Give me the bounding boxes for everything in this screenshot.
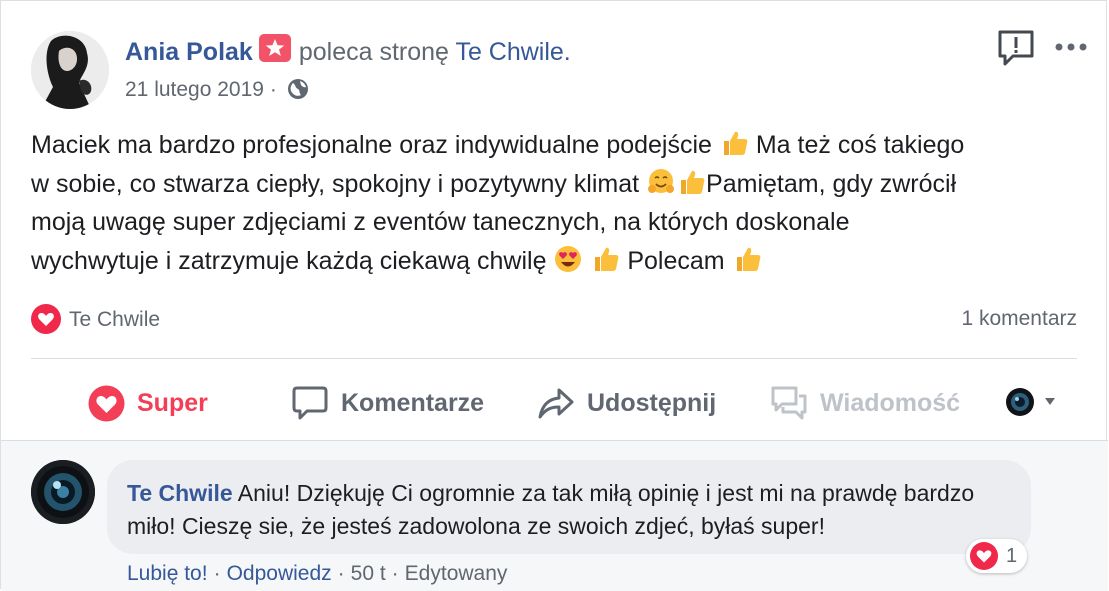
post-body: Maciek ma bardzo profesjonalne oraz indy… <box>31 126 1091 280</box>
commenter-avatar[interactable] <box>31 460 95 524</box>
reply-link[interactable]: Odpowiedz <box>227 562 332 585</box>
recommendation-star-icon <box>258 34 291 62</box>
love-reaction-icon <box>88 385 125 421</box>
post-text-line: w sobie, co stwarza ciepły, spokojny i p… <box>31 169 640 198</box>
comment-author[interactable]: Te Chwile <box>127 480 233 506</box>
globe-icon[interactable] <box>287 78 309 106</box>
more-options-icon[interactable] <box>1053 37 1089 57</box>
page-link[interactable]: Te Chwile. <box>455 38 570 66</box>
share-button[interactable]: Udostępnij <box>537 381 716 425</box>
super-button[interactable]: Super <box>88 381 208 425</box>
message-button[interactable]: Wiadomość <box>770 381 960 425</box>
comment-icon <box>292 386 328 420</box>
share-label: Udostępnij <box>587 388 717 417</box>
post-date[interactable]: 21 lutego 2019 <box>125 78 264 101</box>
reactions-summary[interactable]: Te Chwile <box>31 304 160 334</box>
divider <box>31 358 1077 359</box>
report-icon[interactable] <box>997 29 1035 67</box>
comment-age[interactable]: 50 t <box>351 562 386 585</box>
comment-text: Aniu! Dziękuję Ci ogromnie za tak miłą o… <box>127 480 975 539</box>
audience-selector[interactable] <box>1005 387 1067 417</box>
post-card: Ania Polak poleca stronę Te Chwile. 21 lu… <box>0 0 1108 591</box>
post-meta: 21 lutego 2019 · <box>125 78 309 106</box>
post-header: Ania Polak poleca stronę Te Chwile. <box>125 34 571 67</box>
comment-count[interactable]: 1 komentarz <box>961 307 1077 331</box>
share-icon <box>538 388 574 419</box>
comments-section: Te Chwile Aniu! Dziękuję Ci ogromnie za … <box>1 440 1108 591</box>
comment-actions: Lubię to! · Odpowiedz · 50 t · Edytowany <box>127 562 507 586</box>
post-text-line: Pamiętam, gdy zwrócił <box>706 169 957 198</box>
meta-separator: · <box>269 78 277 101</box>
comment-reactions[interactable]: 1 <box>966 539 1028 573</box>
edited-label[interactable]: Edytowany <box>405 562 508 585</box>
message-label: Wiadomość <box>820 388 961 417</box>
message-icon <box>771 386 807 420</box>
like-link[interactable]: Lubię to! <box>127 562 208 585</box>
author-name[interactable]: Ania Polak <box>125 38 253 66</box>
love-reaction-icon <box>31 304 61 334</box>
comment-reaction-count: 1 <box>1006 544 1018 567</box>
post-text-line: Ma też coś takiego <box>755 131 965 159</box>
thumbs-up-emoji-icon <box>590 244 620 274</box>
post-text-line: Maciek ma bardzo profesjonalne oraz indy… <box>31 131 712 159</box>
reaction-by-name[interactable]: Te Chwile <box>69 308 160 331</box>
separator: · <box>391 562 399 585</box>
recommends-text: poleca stronę <box>298 38 449 66</box>
thumbs-up-emoji-icon <box>676 167 706 197</box>
hugging-face-emoji-icon <box>646 167 676 197</box>
thumbs-up-emoji-icon <box>719 128 749 158</box>
author-avatar[interactable] <box>31 31 109 109</box>
post-text-line: Polecam <box>627 246 725 275</box>
thumbs-up-emoji-icon <box>732 244 762 274</box>
love-reaction-icon <box>970 542 998 570</box>
comment-bubble: Te Chwile Aniu! Dziękuję Ci ogromnie za … <box>107 460 1031 554</box>
comment-label: Komentarze <box>341 388 485 417</box>
post-text-line: wychwytuje i zatrzymuje każdą ciekawą ch… <box>31 246 547 275</box>
separator: · <box>213 562 221 585</box>
super-label: Super <box>137 388 208 417</box>
separator: · <box>337 562 345 585</box>
post-text-line: moją uwagę super zdjęciami z eventów tan… <box>31 208 850 236</box>
comment-button[interactable]: Komentarze <box>291 381 484 425</box>
heart-eyes-emoji-icon <box>553 244 583 274</box>
